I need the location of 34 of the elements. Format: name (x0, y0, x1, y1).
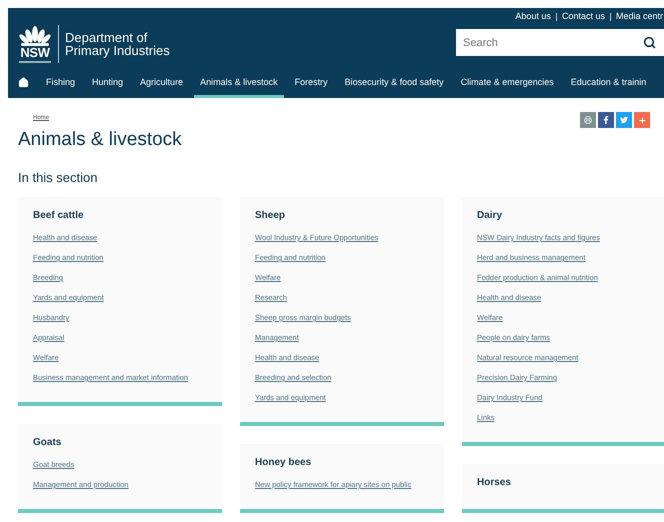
page-title: Animals & livestock (18, 129, 183, 151)
nav-tab[interactable]: Biosecurity & food safety (344, 76, 444, 98)
site-title[interactable]: Primary Industries (65, 44, 170, 57)
card-title: Goats (33, 437, 62, 449)
nav-tab[interactable]: Fishing (46, 76, 76, 98)
facebook-icon (602, 116, 610, 124)
card-title: Honey bees (255, 457, 312, 469)
print-icon (584, 116, 592, 124)
nav-tab[interactable]: Education & trainin (570, 76, 646, 98)
card-title: Sheep (255, 210, 286, 222)
card-title: Beef cattle (33, 210, 85, 222)
logo-text: NSW (20, 46, 50, 58)
plus-icon (638, 116, 646, 124)
search-icon[interactable] (643, 36, 656, 49)
utility-link[interactable]: About us (515, 10, 551, 24)
nav-tab[interactable]: Animals & livestock (194, 76, 284, 98)
nav-tab[interactable]: Agriculture (140, 76, 184, 98)
site-title[interactable]: Department of (65, 31, 170, 44)
card-title: Horses (477, 477, 512, 489)
twitter-icon (620, 116, 628, 124)
share-more-button[interactable] (634, 112, 650, 128)
print-button[interactable] (580, 112, 596, 128)
utility-link[interactable]: Contact us (562, 10, 605, 24)
nav-tab[interactable]: Climate & emergencies (460, 76, 554, 98)
section-heading: In this section (18, 170, 98, 186)
facebook-button[interactable] (598, 112, 614, 128)
waratah-flower-icon (18, 26, 52, 46)
card-title: Dairy (477, 210, 504, 222)
home-icon (18, 77, 29, 88)
nav-tab[interactable]: Hunting (92, 76, 124, 98)
twitter-button[interactable] (616, 112, 632, 128)
utility-link[interactable]: Media centr (616, 10, 663, 24)
search-field[interactable]: Search (456, 29, 664, 56)
nav-tab[interactable]: Forestry (294, 76, 328, 98)
